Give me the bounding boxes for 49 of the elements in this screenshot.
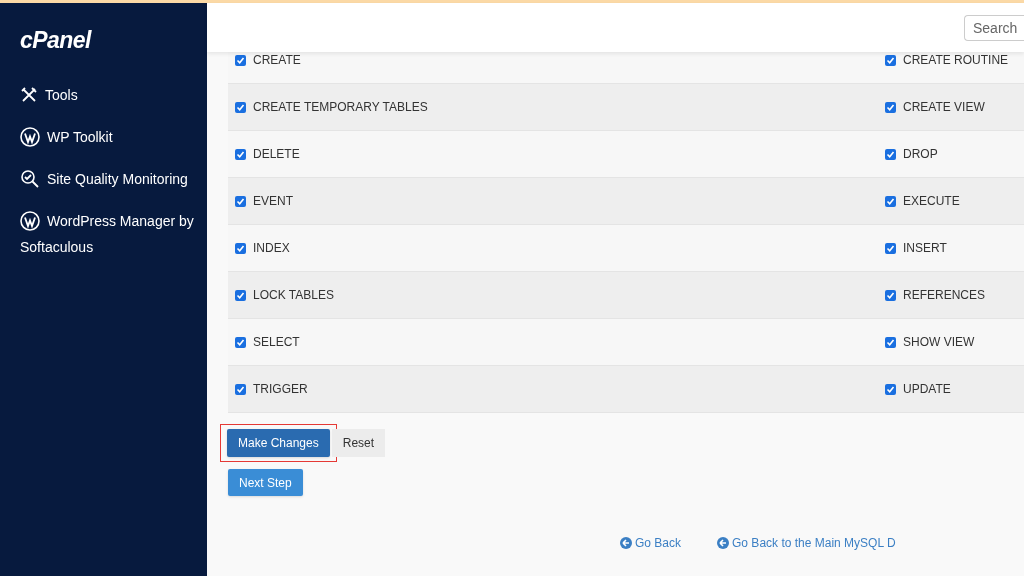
checkbox[interactable] <box>235 336 246 348</box>
go-back-link[interactable]: Go Back <box>620 534 682 552</box>
checkbox[interactable] <box>885 383 896 395</box>
privilege-label: DROP <box>903 146 938 163</box>
privilege-label: UPDATE <box>903 381 951 398</box>
tools-icon <box>20 85 38 104</box>
sidebar-item[interactable]: Site Quality Monitoring <box>0 158 207 200</box>
checkbox[interactable] <box>885 242 896 254</box>
checkbox[interactable] <box>235 289 246 301</box>
checkbox[interactable] <box>235 242 246 254</box>
privilege-label: CREATE <box>253 52 301 69</box>
back-arrow-icon <box>717 537 730 549</box>
checkbox[interactable] <box>885 289 896 301</box>
checkbox[interactable] <box>235 195 246 207</box>
privilege-label: INSERT <box>903 240 947 257</box>
privilege-label: CREATE TEMPORARY TABLES <box>253 99 428 116</box>
privilege-label: INDEX <box>253 240 290 257</box>
logo: cPanel <box>20 29 91 52</box>
wordpress-icon <box>20 126 40 147</box>
search-field[interactable]: Search <box>964 14 1024 41</box>
privilege-label: EVENT <box>253 193 293 210</box>
checkbox[interactable] <box>235 383 246 395</box>
privilege-label: SELECT <box>253 334 300 351</box>
wordpress-icon <box>20 210 40 231</box>
privilege-label: EXECUTE <box>903 193 960 210</box>
checkbox[interactable] <box>885 195 896 207</box>
checkbox[interactable] <box>885 101 896 113</box>
go-back-link[interactable]: Go Back to the Main MySQL D <box>717 534 896 552</box>
checkbox[interactable] <box>885 336 896 348</box>
sidebar-item[interactable]: Tools <box>0 74 207 116</box>
sidebar-item[interactable]: WordPress Manager by Softaculous <box>0 200 207 268</box>
back-arrow-icon <box>620 537 632 549</box>
magnifier-check-icon <box>20 168 40 189</box>
checkbox[interactable] <box>235 54 246 66</box>
reset-button[interactable]: Reset <box>331 429 386 457</box>
privilege-label: SHOW VIEW <box>903 334 975 351</box>
checkbox[interactable] <box>885 148 896 160</box>
next-step-button[interactable]: Next Step <box>228 469 303 496</box>
checkbox[interactable] <box>235 148 246 160</box>
privilege-label: LOCK TABLES <box>253 287 334 304</box>
checkbox[interactable] <box>235 101 246 113</box>
privilege-label: DELETE <box>253 146 300 163</box>
privilege-label: REFERENCES <box>903 287 985 304</box>
sidebar-item[interactable]: WP Toolkit <box>0 116 207 158</box>
checkbox[interactable] <box>885 54 896 66</box>
privilege-label: CREATE VIEW <box>903 99 985 116</box>
privilege-label: CREATE ROUTINE <box>903 52 1009 69</box>
privilege-label: TRIGGER <box>253 381 308 398</box>
make-changes-button[interactable]: Make Changes <box>227 429 330 457</box>
